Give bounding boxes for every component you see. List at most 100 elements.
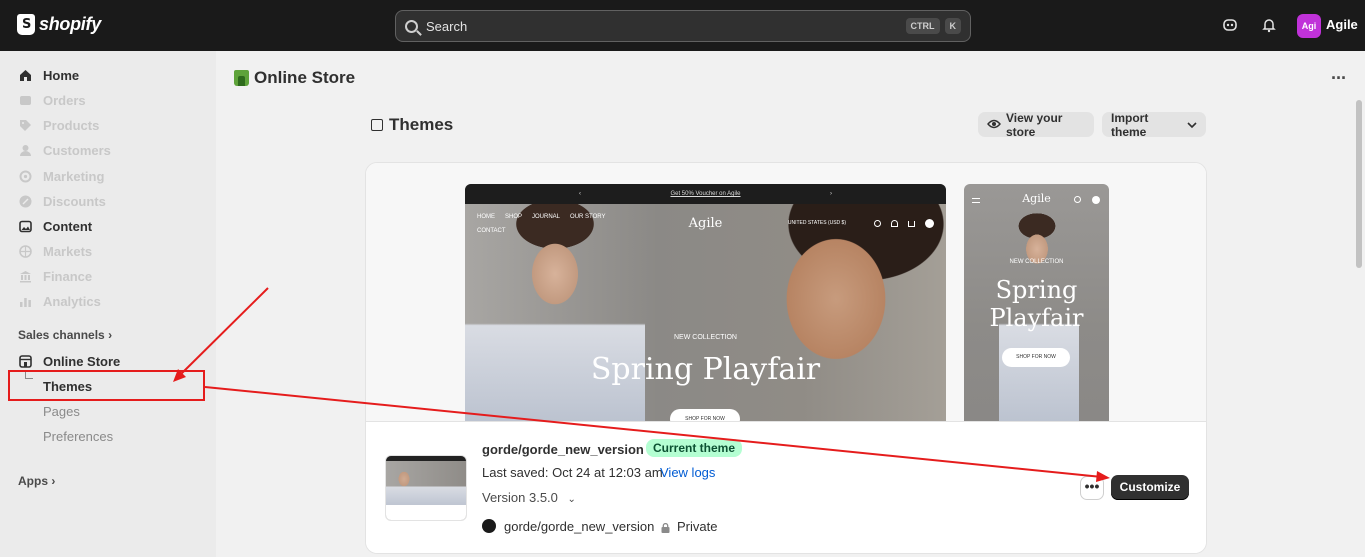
sidebar-item-label: Home bbox=[43, 67, 80, 83]
globe-icon bbox=[18, 244, 32, 258]
mobile-preview: Agile NEW COLLECTION Spring Playfair SHO… bbox=[964, 184, 1109, 421]
sidebar-item-label: Orders bbox=[43, 92, 86, 108]
page-title-text: Online Store bbox=[254, 68, 356, 87]
more-actions-button[interactable]: ··· bbox=[1331, 68, 1347, 89]
online-store-icon bbox=[234, 70, 249, 86]
chevron-right-icon: › bbox=[51, 474, 56, 488]
last-saved-text: Last saved: Oct 24 at 12:03 am bbox=[482, 465, 663, 480]
hero-image: HOME SHOP JOURNAL OUR STORY CONTACT Agil… bbox=[465, 204, 946, 421]
sidebar-item-label: Content bbox=[43, 218, 93, 234]
shopify-bag-icon bbox=[17, 14, 35, 35]
themes-highlight-box bbox=[8, 370, 205, 401]
search-placeholder: Search bbox=[426, 18, 468, 34]
chevron-down-icon: ⌄ bbox=[567, 494, 576, 505]
theme-preview[interactable]: ‹ Get 50% Voucher on Agile › HOME SHOP J… bbox=[366, 163, 1206, 421]
sidebar-item-preferences[interactable]: Preferences bbox=[43, 429, 113, 444]
sidebar-item-label: Online Store bbox=[43, 353, 121, 369]
theme-actions-button[interactable]: ••• bbox=[1080, 476, 1104, 500]
chevron-down-icon bbox=[1187, 118, 1197, 132]
store-name[interactable]: Agile bbox=[1326, 17, 1358, 32]
cart-count-badge bbox=[1092, 196, 1100, 204]
page-title: Online Store bbox=[234, 68, 355, 88]
sidebar-item-label: Analytics bbox=[43, 293, 101, 309]
import-theme-button[interactable]: Import theme bbox=[1102, 110, 1206, 139]
desktop-preview: ‹ Get 50% Voucher on Agile › HOME SHOP J… bbox=[465, 184, 946, 421]
private-label: Private bbox=[677, 519, 718, 534]
lock-icon bbox=[661, 521, 670, 533]
home-icon bbox=[18, 68, 32, 82]
orders-icon bbox=[18, 93, 32, 107]
scrollbar[interactable] bbox=[1356, 100, 1362, 268]
apps-link[interactable]: Apps › bbox=[18, 474, 55, 488]
search-icon bbox=[405, 19, 418, 33]
sidebar-item-orders[interactable]: Orders bbox=[18, 90, 86, 110]
chevron-left-icon: ‹ bbox=[579, 191, 581, 197]
theme-name: gorde/gorde_new_version bbox=[482, 442, 644, 457]
sales-channels-link[interactable]: Sales channels › bbox=[18, 328, 112, 342]
thumb-image bbox=[386, 461, 466, 507]
sidebar-item-label: Discounts bbox=[43, 193, 106, 209]
sidebar-item-label: Customers bbox=[43, 142, 111, 158]
chevron-right-icon: › bbox=[108, 328, 113, 342]
import-theme-label: Import theme bbox=[1111, 110, 1149, 139]
sidebar-item-content[interactable]: Content bbox=[18, 216, 92, 236]
sidebar-item-products[interactable]: Products bbox=[18, 115, 99, 135]
sidebar-item-markets[interactable]: Markets bbox=[18, 241, 92, 261]
announcement-bar: ‹ Get 50% Voucher on Agile › bbox=[465, 184, 946, 204]
preview-headline: Spring Playfair bbox=[590, 352, 821, 387]
sidebar-item-label: Finance bbox=[43, 268, 93, 284]
sidebar-item-marketing[interactable]: Marketing bbox=[18, 166, 104, 186]
model-right-image bbox=[716, 204, 946, 421]
person-icon bbox=[891, 220, 898, 227]
sidebar-item-analytics[interactable]: Analytics bbox=[18, 291, 101, 311]
preview-mobile-collection: NEW COLLECTION bbox=[1009, 259, 1064, 265]
sidebar-item-discounts[interactable]: Discounts bbox=[18, 191, 106, 211]
sidebar-item-finance[interactable]: Finance bbox=[18, 266, 92, 286]
shopify-logo[interactable]: shopify bbox=[17, 14, 101, 35]
shortcut-ctrl: CTRL bbox=[905, 18, 940, 34]
version-select[interactable]: Version 3.5.0 ⌄ bbox=[482, 490, 576, 505]
view-logs-link[interactable]: View logs bbox=[660, 465, 715, 480]
thumb-footer bbox=[386, 505, 466, 520]
preview-shop-button: SHOP FOR NOW bbox=[670, 409, 740, 421]
themes-heading: Themes bbox=[371, 115, 453, 135]
tag-icon bbox=[18, 118, 32, 132]
shortcut-k: K bbox=[944, 18, 961, 34]
sidebar-item-home[interactable]: Home bbox=[18, 65, 79, 85]
model-left-image bbox=[465, 204, 645, 421]
preview-mobile-headline-line2: Playfair bbox=[989, 304, 1084, 332]
search-icon bbox=[1074, 196, 1081, 203]
customize-button[interactable]: Customize bbox=[1111, 475, 1189, 500]
cart-count-badge bbox=[925, 219, 934, 228]
sidebar-item-customers[interactable]: Customers bbox=[18, 140, 111, 160]
top-bar: shopify Search CTRL K Agi Agile bbox=[0, 0, 1365, 51]
apps-label: Apps bbox=[18, 474, 48, 488]
chevron-right-icon: › bbox=[830, 191, 832, 197]
target-icon bbox=[18, 169, 32, 183]
theme-thumbnail[interactable] bbox=[385, 455, 467, 521]
themes-heading-text: Themes bbox=[389, 115, 454, 134]
image-icon bbox=[18, 219, 32, 233]
preview-mobile-headline: Spring Playfair bbox=[964, 276, 1109, 332]
bank-icon bbox=[18, 269, 32, 283]
sales-channels-label: Sales channels bbox=[18, 328, 105, 342]
search-bar[interactable]: Search CTRL K bbox=[395, 10, 971, 42]
avatar[interactable]: Agi bbox=[1297, 14, 1321, 38]
sidekick-icon[interactable] bbox=[1221, 16, 1239, 34]
theme-info: gorde/gorde_new_version Current theme La… bbox=[366, 421, 1206, 553]
person-icon bbox=[18, 143, 32, 157]
bell-icon[interactable] bbox=[1260, 16, 1278, 34]
theme-icon bbox=[371, 119, 383, 131]
announcement-text: Get 50% Voucher on Agile bbox=[670, 191, 741, 197]
preview-mobile-shop-button: SHOP FOR NOW bbox=[1002, 348, 1070, 367]
view-store-button[interactable]: View your store bbox=[978, 110, 1094, 139]
version-text: Version 3.5.0 bbox=[482, 490, 558, 505]
current-theme-card: ‹ Get 50% Voucher on Agile › HOME SHOP J… bbox=[365, 162, 1207, 554]
preview-collection: NEW COLLECTION bbox=[673, 334, 737, 341]
discount-icon bbox=[18, 194, 32, 208]
view-store-label: View your store bbox=[1006, 110, 1063, 139]
preview-region: UNITED STATES (USD $) bbox=[787, 220, 846, 226]
sidebar-item-online-store[interactable]: Online Store bbox=[18, 351, 120, 371]
sidebar-item-pages[interactable]: Pages bbox=[43, 404, 80, 419]
logo-text: shopify bbox=[39, 14, 101, 34]
